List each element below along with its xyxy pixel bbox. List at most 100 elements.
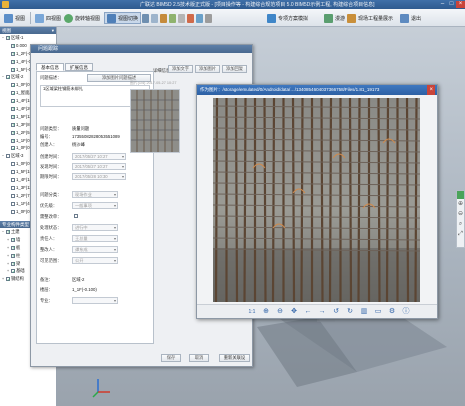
tree-checkbox[interactable] (6, 154, 10, 159)
fit-side-icon[interactable]: ⤢ (457, 229, 464, 239)
tree-checkbox[interactable] (11, 252, 16, 260)
delete-icon[interactable]: ▥ (357, 306, 371, 318)
save-button[interactable]: 保存 (161, 354, 181, 362)
deadline-field[interactable]: 2017/05/28 10:30 ▾ (72, 173, 126, 180)
next-icon[interactable]: → (315, 306, 329, 318)
pan-icon[interactable]: ✥ (287, 306, 301, 318)
zoom-in-side-icon[interactable]: ⊕ (457, 199, 464, 209)
toolbar-exit-button[interactable]: 退出 (398, 12, 423, 24)
tree-checkbox[interactable] (11, 185, 15, 190)
tree-checkbox[interactable] (11, 50, 16, 58)
toolbar-view-switch-button[interactable]: 视图切换 (104, 12, 142, 24)
panel-pin-icon[interactable]: ▾ (52, 27, 54, 34)
search-side-icon[interactable]: ⌕ (457, 219, 464, 229)
tree-checkbox[interactable] (11, 268, 16, 276)
tree-checkbox[interactable] (11, 42, 16, 50)
toolbar-special-plan-button[interactable]: 专项方案模拟 (265, 12, 310, 24)
expand-toggle-icon[interactable]: − (1, 73, 5, 81)
tree-checkbox[interactable] (11, 82, 16, 90)
expand-toggle-icon[interactable]: + (6, 260, 10, 268)
add-image-button[interactable]: 添加图片 (195, 65, 220, 73)
found-field[interactable]: 2017/05/27 10:27 ▾ (72, 163, 126, 170)
zoom-in-icon[interactable]: ⊕ (259, 306, 273, 318)
zoom-out-side-icon[interactable]: ⊖ (457, 209, 464, 219)
tab-extended-info[interactable]: 扩展信息 (65, 63, 93, 71)
settings-icon[interactable]: ⚙ (385, 306, 399, 318)
tree-checkbox[interactable] (11, 244, 16, 252)
created-field[interactable]: 2017/05/27 10:27 ▾ (72, 153, 126, 160)
tree-checkbox[interactable] (11, 98, 16, 105)
add-text-button[interactable]: 添加文字 (168, 65, 193, 73)
measure-icon (160, 13, 167, 23)
tree-checkbox[interactable] (11, 90, 16, 98)
folder-icon[interactable]: ▭ (371, 306, 385, 318)
tree-checkbox[interactable] (11, 162, 15, 167)
actual-size-button[interactable]: 1:1 (245, 306, 259, 318)
visibility-select[interactable]: 公开 ▾ (72, 257, 118, 264)
category-select[interactable]: 现场作业 ▾ (72, 191, 118, 198)
tree-checkbox[interactable] (11, 105, 16, 113)
tree-checkbox[interactable] (6, 74, 11, 82)
zoom-out-icon[interactable]: ⊖ (273, 306, 287, 318)
cancel-button[interactable]: 取消 (189, 354, 209, 362)
expand-toggle-icon[interactable]: + (6, 244, 10, 252)
thumb-caption: 图片(1/4) 2017-05-27 10:27 (130, 81, 177, 85)
tree-checkbox[interactable] (11, 129, 16, 137)
tree-checkbox[interactable] (6, 276, 11, 284)
tree-checkbox[interactable] (11, 177, 15, 182)
issue-photo-thumbnail[interactable] (130, 89, 180, 153)
tree-checkbox[interactable] (11, 121, 16, 129)
rebar-photo[interactable] (212, 97, 421, 303)
tab-basic-info[interactable]: 基本信息 (36, 63, 64, 71)
tree-checkbox[interactable] (11, 201, 15, 206)
reviewer-select[interactable]: 谭东成 ▾ (72, 246, 118, 253)
rotate-left-icon[interactable]: ↺ (329, 306, 343, 318)
profession-select[interactable]: ▾ (72, 297, 118, 304)
expand-toggle-icon[interactable]: − (1, 34, 5, 42)
status-select[interactable]: 进行中 ▾ (72, 224, 118, 231)
relink-button[interactable]: 重新关联设 (219, 354, 250, 362)
toolbar-label: 四视图 (46, 15, 62, 22)
toolbar-roam-button[interactable]: 漫游 (322, 12, 347, 24)
rectify-checkbox[interactable] (74, 214, 78, 218)
tree-checkbox[interactable] (11, 66, 16, 74)
tree-checkbox[interactable] (11, 137, 16, 145)
tree-checkbox[interactable] (11, 170, 15, 175)
expand-toggle-icon[interactable]: + (1, 275, 5, 283)
info-icon[interactable]: ⓘ (399, 306, 413, 318)
tree-checkbox[interactable] (11, 58, 16, 66)
close-button[interactable]: × (456, 1, 465, 8)
prev-icon[interactable]: ← (301, 306, 315, 318)
expand-toggle-icon[interactable]: + (6, 236, 10, 244)
tree-checkbox[interactable] (6, 34, 11, 42)
toolbar-rotate-button[interactable]: 旋转轴视图 (62, 12, 102, 24)
rotate-right-icon[interactable]: ↻ (343, 306, 357, 318)
toolbar-view-button[interactable]: 视图 (2, 12, 27, 24)
tree-checkbox[interactable] (11, 193, 15, 198)
tree-checkbox[interactable] (6, 228, 11, 236)
maximize-button[interactable]: □ (447, 1, 456, 8)
expand-toggle-icon[interactable]: + (6, 267, 10, 275)
reviewer-value: 谭东成 (75, 247, 88, 252)
tree-checkbox[interactable] (11, 113, 16, 121)
expand-toggle-icon[interactable]: − (1, 228, 5, 236)
toolbar-quad-view-button[interactable]: 四视图 (33, 12, 63, 24)
expand-toggle-icon[interactable]: − (1, 152, 5, 160)
priority-select[interactable]: 一般事项 ▾ (72, 202, 118, 209)
side-tab-button[interactable] (457, 191, 464, 199)
chevron-down-icon: ▾ (113, 236, 116, 241)
tree-checkbox[interactable] (11, 236, 16, 244)
tree-checkbox[interactable] (11, 209, 15, 214)
tree-item[interactable]: − 区域-1 (0, 34, 56, 42)
tree-checkbox[interactable] (11, 145, 16, 153)
toolbar-quick-tools[interactable] (140, 12, 214, 24)
viewer-close-icon[interactable]: × (427, 85, 435, 95)
tree-checkbox[interactable] (11, 260, 16, 268)
add-reply-button[interactable]: 添加回复 (222, 65, 247, 73)
floor-label: 楼层： (40, 287, 53, 292)
handler-select[interactable]: 王总量 ▾ (72, 235, 118, 242)
toolbar-quantity-button[interactable]: 现场工程量展示 (345, 12, 395, 24)
expand-toggle-icon[interactable]: + (6, 252, 10, 260)
minimize-button[interactable]: – (438, 1, 447, 8)
toolbar-label: 漫游 (335, 15, 346, 22)
